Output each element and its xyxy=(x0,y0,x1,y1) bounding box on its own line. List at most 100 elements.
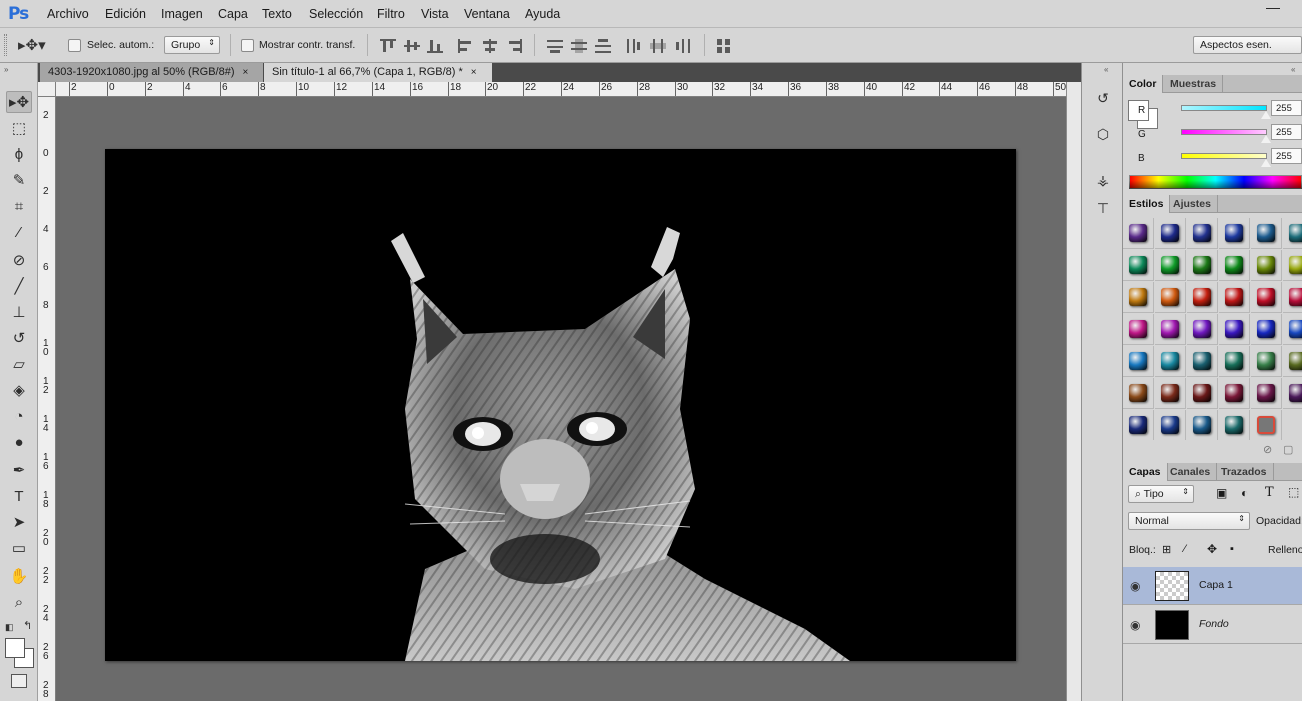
brush-tool[interactable]: ╱ xyxy=(6,275,32,297)
green-track[interactable] xyxy=(1181,129,1267,135)
crop-tool[interactable]: ⌗ xyxy=(6,195,32,217)
layer-filter-dropdown[interactable]: ⌕ Tipo ⇕ xyxy=(1128,485,1194,503)
marquee-tool[interactable]: ⬚ xyxy=(6,117,32,139)
collapse-arrows-icon[interactable]: « xyxy=(1291,65,1295,74)
menu-seleccion[interactable]: Selección xyxy=(309,7,363,21)
style-preset[interactable] xyxy=(1187,346,1218,377)
style-preset[interactable] xyxy=(1251,218,1282,249)
menu-imagen[interactable]: Imagen xyxy=(161,7,203,21)
vertical-ruler[interactable]: 20246810121416182022242628 xyxy=(38,97,56,701)
eye-icon[interactable]: ◉ xyxy=(1130,618,1140,632)
dodge-tool[interactable]: ● xyxy=(6,431,32,453)
lasso-tool[interactable]: ϕ xyxy=(6,143,32,165)
style-preset[interactable] xyxy=(1219,218,1250,249)
green-value-field[interactable]: 255 xyxy=(1271,124,1302,140)
tool-presets-icon[interactable]: ⊤ xyxy=(1091,197,1115,219)
red-value-field[interactable]: 255 xyxy=(1271,100,1302,116)
clear-style-icon[interactable]: ⊘ xyxy=(1263,443,1272,456)
tab-capas[interactable]: Capas xyxy=(1123,463,1168,481)
blur-tool[interactable]: ◔ xyxy=(6,405,32,427)
distribute-vcenter-icon[interactable] xyxy=(571,39,587,53)
distribute-bottom-icon[interactable] xyxy=(595,39,611,53)
style-preset[interactable] xyxy=(1155,346,1186,377)
menu-texto[interactable]: Texto xyxy=(262,7,292,21)
zoom-tool[interactable]: ⌕ xyxy=(6,591,32,613)
style-preset[interactable] xyxy=(1123,218,1154,249)
eye-icon[interactable]: ◉ xyxy=(1130,579,1140,593)
menu-filtro[interactable]: Filtro xyxy=(377,7,405,21)
minimize-button[interactable]: — xyxy=(1256,0,1290,18)
red-track[interactable] xyxy=(1181,105,1267,111)
tab-estilos[interactable]: Estilos xyxy=(1123,195,1171,213)
style-preset[interactable] xyxy=(1155,314,1186,345)
lock-image-icon[interactable]: ⁄ xyxy=(1184,543,1186,555)
collapse-arrows-icon[interactable]: » xyxy=(4,65,8,74)
tab-color[interactable]: Color xyxy=(1123,75,1164,93)
move-tool[interactable]: ▸✥ xyxy=(6,91,32,113)
menu-ayuda[interactable]: Ayuda xyxy=(525,7,560,21)
style-preset[interactable] xyxy=(1251,282,1282,313)
style-preset[interactable] xyxy=(1155,410,1186,440)
filter-type-icon[interactable]: T xyxy=(1265,485,1274,500)
style-preset[interactable] xyxy=(1251,314,1282,345)
auto-select-target-dropdown[interactable]: Grupo ⇕ xyxy=(164,36,220,54)
layer-name[interactable]: Capa 1 xyxy=(1199,579,1233,591)
path-select-tool[interactable]: ➤ xyxy=(6,511,32,533)
layer-name[interactable]: Fondo xyxy=(1199,618,1229,630)
filter-shape-icon[interactable]: ⬚ xyxy=(1288,485,1299,499)
style-preset[interactable] xyxy=(1123,346,1154,377)
style-preset[interactable] xyxy=(1187,218,1218,249)
close-icon[interactable]: × xyxy=(471,67,477,78)
new-style-icon[interactable]: ▢ xyxy=(1283,443,1293,456)
history-icon[interactable]: ↺ xyxy=(1091,87,1115,109)
history-brush-tool[interactable]: ↺ xyxy=(6,327,32,349)
document-tab[interactable]: 4303-1920x1080.jpg al 50% (RGB/8#) × xyxy=(40,63,263,82)
paint-bucket-tool[interactable]: ◈ xyxy=(6,379,32,401)
menu-capa[interactable]: Capa xyxy=(218,7,248,21)
tab-ajustes[interactable]: Ajustes xyxy=(1167,195,1218,213)
red-knob[interactable] xyxy=(1261,111,1271,119)
style-preset[interactable] xyxy=(1219,378,1250,409)
quick-select-tool[interactable]: ✎ xyxy=(6,169,32,191)
quick-mask-icon[interactable] xyxy=(11,674,27,688)
style-preset[interactable] xyxy=(1187,250,1218,281)
brush-presets-icon[interactable]: ⚶ xyxy=(1091,169,1115,191)
auto-select-checkbox[interactable] xyxy=(68,39,81,52)
align-top-icon[interactable] xyxy=(380,39,396,53)
swap-colors-icon[interactable]: ↰ xyxy=(23,619,32,632)
style-preset[interactable] xyxy=(1219,410,1250,440)
layer-row-selected[interactable]: ◉ Capa 1 xyxy=(1123,567,1302,605)
style-preset[interactable] xyxy=(1283,282,1302,313)
tab-canales[interactable]: Canales xyxy=(1164,463,1218,481)
style-preset[interactable] xyxy=(1187,410,1218,440)
close-icon[interactable]: × xyxy=(243,67,249,78)
style-preset[interactable] xyxy=(1155,250,1186,281)
align-left-icon[interactable] xyxy=(458,39,474,53)
blue-knob[interactable] xyxy=(1261,159,1271,167)
distribute-hcenter-icon[interactable] xyxy=(650,39,666,53)
grip-handle[interactable] xyxy=(4,34,7,56)
style-preset[interactable] xyxy=(1283,314,1302,345)
distribute-right-icon[interactable] xyxy=(674,39,690,53)
menu-edicion[interactable]: Edición xyxy=(105,7,146,21)
blue-track[interactable] xyxy=(1181,153,1267,159)
style-preset[interactable] xyxy=(1187,282,1218,313)
blend-mode-dropdown[interactable]: Normal ⇕ xyxy=(1128,512,1250,530)
style-preset[interactable] xyxy=(1251,346,1282,377)
distribute-top-icon[interactable] xyxy=(547,39,563,53)
blue-slider[interactable]: B 255 xyxy=(1123,148,1302,173)
hand-tool[interactable]: ✋ xyxy=(6,565,32,587)
lock-transparent-icon[interactable]: ⊞ xyxy=(1162,543,1171,556)
document-canvas[interactable] xyxy=(105,149,1016,661)
style-preset[interactable] xyxy=(1155,282,1186,313)
style-preset[interactable] xyxy=(1219,250,1250,281)
style-preset[interactable] xyxy=(1123,314,1154,345)
blue-value-field[interactable]: 255 xyxy=(1271,148,1302,164)
align-bottom-icon[interactable] xyxy=(427,39,443,53)
eraser-tool[interactable]: ▱ xyxy=(6,353,32,375)
menu-vista[interactable]: Vista xyxy=(421,7,449,21)
align-right-icon[interactable] xyxy=(506,39,522,53)
tab-muestras[interactable]: Muestras xyxy=(1164,75,1224,93)
style-preset[interactable] xyxy=(1155,218,1186,249)
style-preset[interactable] xyxy=(1123,410,1154,440)
